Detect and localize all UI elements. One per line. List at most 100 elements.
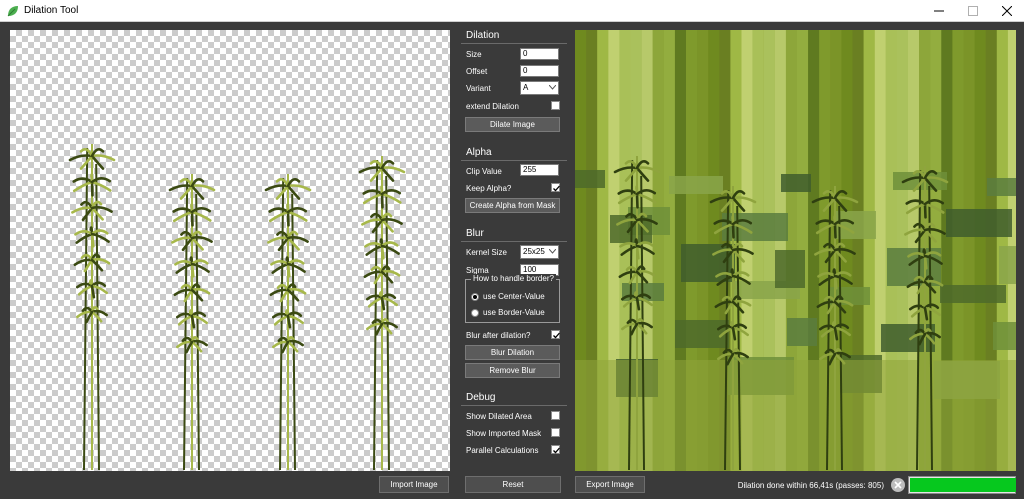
plant-leaf (172, 207, 194, 214)
variant-label: Variant (466, 84, 491, 93)
show-imported-mask-label: Show Imported Mask (466, 429, 542, 438)
alpha-section-title: Alpha (466, 147, 492, 158)
remove-blur-button[interactable]: Remove Blur (465, 363, 560, 378)
plant-stem (279, 177, 285, 471)
maximize-icon (968, 6, 978, 16)
divider (461, 43, 567, 44)
plant-leaf (190, 207, 212, 214)
plant-leaf (833, 274, 838, 290)
chevron-down-icon (549, 249, 556, 254)
plant-stem (183, 177, 189, 471)
radio-center-value-label: use Center-Value (483, 292, 545, 301)
show-dilated-area-label: Show Dilated Area (466, 412, 532, 421)
minimize-button[interactable] (922, 0, 956, 22)
plant-leaf (190, 340, 203, 353)
divider (461, 241, 567, 242)
plant-leaf (380, 244, 385, 260)
cancel-button[interactable] (891, 478, 905, 492)
close-icon (1002, 6, 1012, 16)
plant-leaf (74, 229, 94, 236)
parallel-calculations-checkbox[interactable] (551, 445, 560, 454)
divider (461, 160, 567, 161)
blur-section-title: Blur (466, 228, 484, 239)
dilated-block (787, 318, 817, 346)
close-button[interactable] (990, 0, 1024, 22)
plant-leaf (175, 262, 194, 274)
plant-leaf (72, 177, 94, 184)
clip-value-label: Clip Value (466, 167, 502, 176)
dilated-block (881, 324, 935, 352)
size-input[interactable]: 0 (520, 48, 559, 60)
extend-dilation-checkbox[interactable] (551, 101, 560, 110)
plant-stem (291, 193, 296, 471)
keep-alpha-checkbox[interactable] (551, 183, 560, 192)
plant-leaf (286, 210, 308, 222)
plant-leaf (90, 154, 105, 170)
plant-leaf (270, 259, 290, 266)
plant-leaf (380, 166, 395, 182)
blur-after-dilation-label: Blur after dilation? (466, 331, 531, 340)
plant-leaf (286, 340, 299, 353)
reset-button[interactable]: Reset (465, 476, 561, 493)
plant-leaf (72, 180, 94, 193)
create-alpha-button[interactable]: Create Alpha from Mask (465, 198, 560, 213)
plant-leaf (190, 262, 210, 273)
dilated-block (999, 246, 1016, 284)
control-panel: Dilation Size 0 Offset 0 Variant A exten… (455, 26, 569, 472)
source-image (68, 144, 406, 471)
plant-leaf (635, 244, 640, 260)
checkmark-icon (553, 332, 560, 339)
plant-leaf (90, 232, 110, 243)
plant-leaf (380, 244, 400, 255)
cancel-icon (894, 481, 902, 489)
checkmark-icon (553, 447, 560, 454)
variant-value: A (523, 83, 529, 92)
show-imported-mask-checkbox[interactable] (551, 428, 560, 437)
radio-border-value[interactable] (471, 309, 479, 317)
plant-leaf (286, 262, 306, 273)
chevron-down-icon (549, 85, 556, 90)
keep-alpha-label: Keep Alpha? (466, 184, 512, 193)
import-image-button[interactable]: Import Image (379, 476, 449, 493)
dilated-block (987, 178, 1016, 196)
source-image-view[interactable] (10, 30, 450, 471)
offset-input[interactable]: 0 (520, 65, 559, 77)
plant-leaf (380, 189, 402, 196)
kernel-size-value: 25x25 (523, 247, 545, 256)
title-bar: Dilation Tool (0, 0, 1024, 22)
plant-leaf (90, 232, 95, 248)
kernel-size-label: Kernel Size (466, 248, 507, 257)
plant-leaf (731, 274, 736, 290)
progress-bar (908, 476, 1016, 494)
plant-leaf (286, 262, 291, 278)
maximize-button[interactable] (956, 0, 990, 22)
minimize-icon (934, 10, 944, 12)
dilated-block (940, 285, 1006, 303)
plant-stem (373, 159, 379, 471)
blur-dilation-button[interactable]: Blur Dilation (465, 345, 560, 360)
export-image-button[interactable]: Export Image (575, 476, 645, 493)
variant-select[interactable]: A (520, 81, 559, 95)
clip-value-input[interactable]: 255 (520, 164, 559, 176)
plant-leaf (190, 262, 195, 278)
checkmark-icon (553, 185, 560, 192)
plant-leaf (923, 254, 928, 270)
plant-leaf (380, 322, 393, 335)
plant-leaf (268, 210, 290, 223)
dilated-block (775, 250, 805, 288)
plant-leaf (271, 262, 290, 274)
divider (461, 405, 567, 406)
dilated-block (781, 174, 811, 192)
radio-center-value[interactable] (471, 293, 479, 301)
plant-leaf (362, 189, 384, 196)
kernel-size-select[interactable]: 25x25 (520, 245, 559, 259)
blur-after-dilation-checkbox[interactable] (551, 330, 560, 339)
dilate-image-button[interactable]: Dilate Image (465, 117, 560, 132)
leaf-icon (7, 6, 18, 17)
plant-leaf (268, 207, 290, 214)
plant-leaf (90, 177, 112, 184)
show-dilated-area-checkbox[interactable] (551, 411, 560, 420)
plant-leaf (362, 192, 384, 205)
dilated-image-view[interactable] (575, 30, 1016, 471)
parallel-calculations-label: Parallel Calculations (466, 446, 539, 455)
